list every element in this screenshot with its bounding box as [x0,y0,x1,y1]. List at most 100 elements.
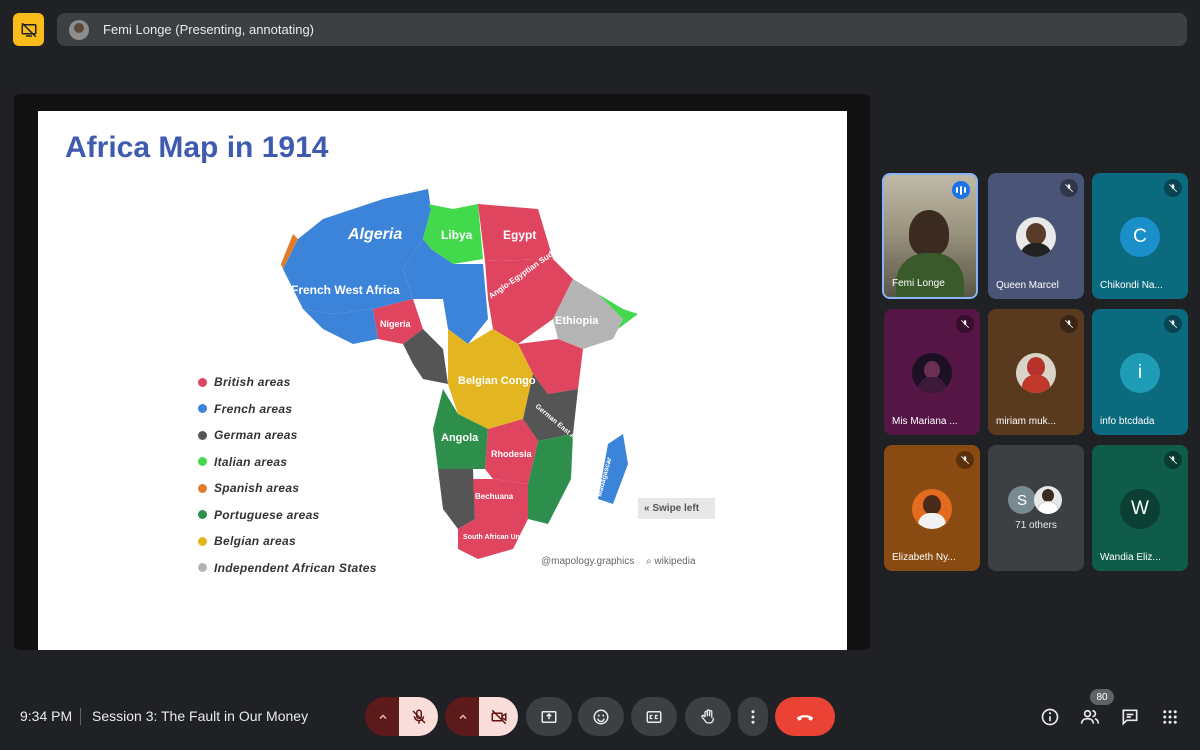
map-label-angola: Angola [441,432,479,444]
swipe-label: Swipe left [652,503,700,514]
legend-item: Portuguese areas [198,502,377,529]
legend-item: British areas [198,369,377,396]
avatar: i [1120,353,1160,393]
audio-options-button[interactable] [365,697,401,736]
present-screen-button[interactable] [526,697,572,736]
map-label-egypt: Egypt [503,228,536,242]
camera-toggle-button[interactable] [479,697,518,736]
map-label-algeria: Algeria [347,226,402,243]
mic-toggle-button[interactable] [399,697,438,736]
legend-label: Independent African States [214,560,377,575]
person-silhouette [909,210,949,256]
slide-title: Africa Map in 1914 [65,131,329,164]
legend-swatch [198,536,207,546]
participant-count-badge: 80 [1090,689,1114,705]
participant-name: info btcdada [1100,416,1155,427]
legend-swatch [198,377,207,387]
participant-name: Chikondi Na... [1100,280,1163,291]
participant-tile[interactable]: Queen Marcel [988,173,1084,299]
presenter-label: Femi Longe (Presenting, annotating) [103,22,315,37]
avatar [912,353,952,393]
legend-swatch [198,404,207,414]
captions-button[interactable] [631,697,677,736]
hand-icon [701,708,714,724]
map-label-south-africa: South African Union [463,534,530,541]
mic-off-icon [956,315,974,333]
map-label-bechuana: Bechuana [475,492,514,501]
participant-tile[interactable]: Elizabeth Ny... [884,445,980,571]
more-vert-icon [751,709,755,724]
participant-name: Queen Marcel [996,280,1059,291]
mic-off-icon [1164,179,1182,197]
stop-presenting-button[interactable] [13,13,44,46]
mic-off-icon [1060,315,1078,333]
avatar [912,489,952,529]
mic-off-icon [1164,315,1182,333]
legend-item: Belgian areas [198,528,377,555]
mic-off-icon [956,451,974,469]
participant-tile[interactable]: W Wandia Eliz... [1092,445,1188,571]
legend-label: French areas [214,401,293,416]
closed-captions-icon [646,710,662,723]
participant-name: Femi Longe [892,278,945,289]
divider [80,708,81,725]
people-button[interactable] [1078,705,1102,729]
map-west-coast [303,309,378,344]
avatar-letter: W [1131,498,1149,519]
map-label-ethiopia: Ethiopia [555,315,599,327]
meeting-details-button[interactable] [1038,705,1062,729]
participant-tile[interactable]: Mis Mariana ... [884,309,980,435]
avatar [1016,353,1056,393]
shared-slide: Africa Map in 1914 Algeria Libya Egypt F… [38,111,847,650]
participant-tile[interactable]: miriam muk... [988,309,1084,435]
camera-off-icon [491,709,506,724]
map-label-fwa: French West Africa [291,283,400,297]
map-label-congo: Belgian Congo [458,375,536,387]
mic-off-icon [1164,451,1182,469]
others-avatar-photo [1034,486,1062,514]
apps-grid-icon [1163,710,1177,724]
reactions-button[interactable] [578,697,624,736]
legend-label: Italian areas [214,454,288,469]
participant-tile[interactable]: C Chikondi Na... [1092,173,1188,299]
participant-tile[interactable]: i info btcdada [1092,309,1188,435]
mic-off-icon [1060,179,1078,197]
speaking-indicator [952,181,970,199]
people-icon [1080,709,1100,724]
map-label-rhodesia: Rhodesia [491,449,533,459]
leave-call-button[interactable] [775,697,835,736]
emoji-icon [593,709,609,724]
video-options-button[interactable] [445,697,481,736]
credit-source-label: wikipedia [654,556,696,567]
raise-hand-button[interactable] [685,697,731,736]
presenter-banner[interactable]: Femi Longe (Presenting, annotating) [57,13,1187,46]
participant-tile[interactable]: Femi Longe [882,173,978,299]
legend-swatch [198,483,207,493]
legend-label: Portuguese areas [214,507,320,522]
chat-button[interactable] [1118,705,1142,729]
avatar: W [1120,489,1160,529]
participant-name: Mis Mariana ... [892,416,958,427]
legend-label: British areas [214,375,291,390]
avatar-letter: S [1016,491,1027,509]
chevron-up-icon [459,713,467,719]
map-legend: British areas French areas German areas … [198,369,377,581]
others-count: 71 others [1015,520,1057,531]
avatar [1016,217,1056,257]
activities-button[interactable] [1158,705,1182,729]
present-off-icon [21,22,36,37]
chevron-up-icon [379,713,387,719]
legend-swatch [198,430,207,440]
others-tile[interactable]: S 71 others [988,445,1084,571]
person-body [896,253,964,297]
present-to-all-icon [541,710,557,723]
map-label-nigeria: Nigeria [380,319,412,329]
legend-label: German areas [214,428,298,443]
map-label-libya: Libya [441,228,473,242]
legend-item: German areas [198,422,377,449]
legend-item: Italian areas [198,449,377,476]
call-end-icon [796,714,814,721]
more-options-button[interactable] [738,697,768,736]
presenter-avatar [69,19,89,40]
map-credit-source: ⌕ wikipedia [646,556,696,567]
